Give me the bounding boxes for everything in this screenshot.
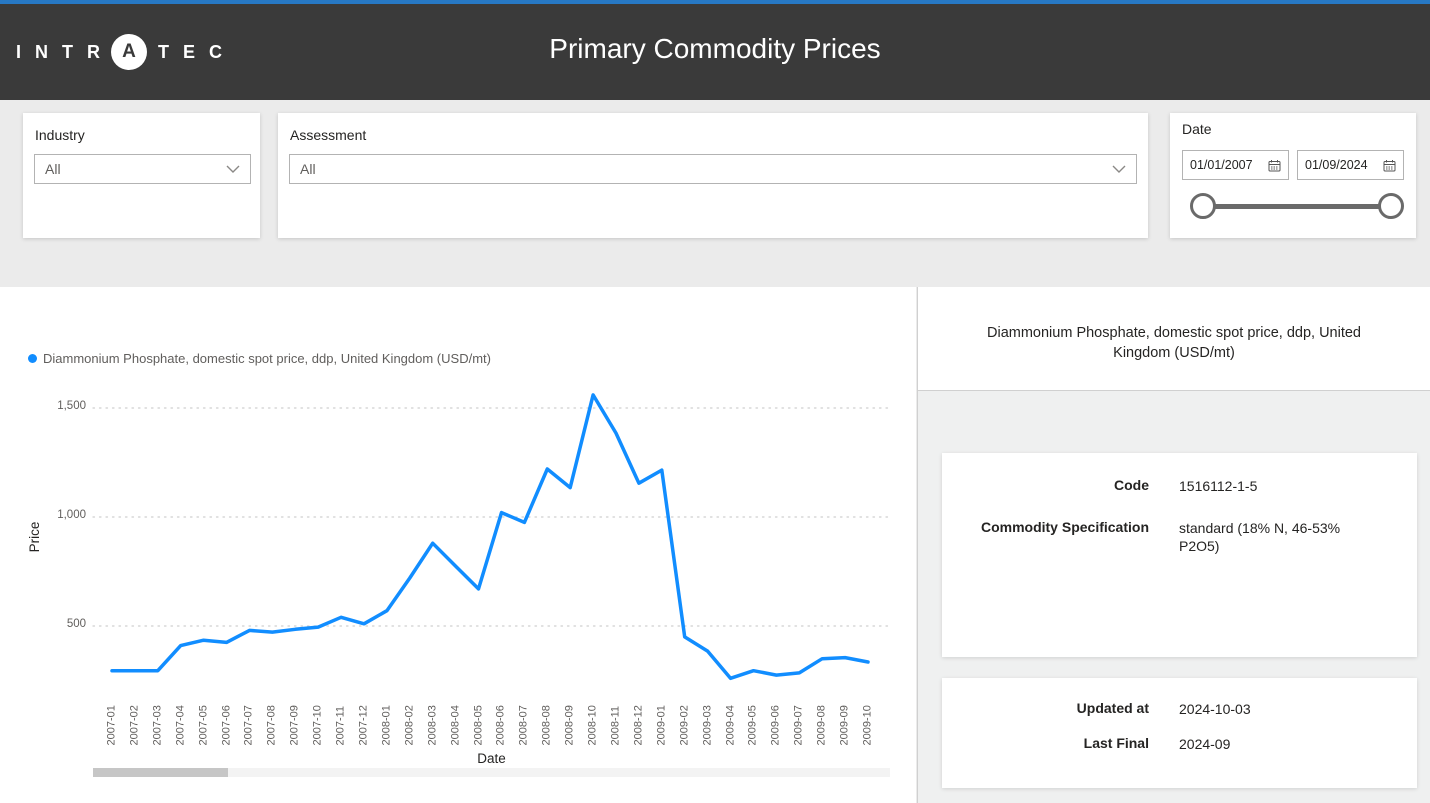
- updated-at-value: 2024-10-03: [1179, 700, 1369, 718]
- assessment-filter-card: Assessment All: [278, 113, 1148, 238]
- chevron-down-icon: [226, 165, 240, 173]
- x-tick-label: 2008-12: [632, 696, 645, 746]
- x-tick-label: 2007-09: [289, 696, 302, 746]
- x-tick-label: 2009-08: [816, 696, 829, 746]
- y-tick-label: 1,500: [34, 400, 86, 412]
- page-title: Primary Commodity Prices: [0, 33, 1430, 65]
- x-tick-label: 2009-01: [655, 696, 668, 746]
- x-tick-label: 2008-02: [403, 696, 416, 746]
- x-tick-label: 2007-04: [174, 696, 187, 746]
- x-axis-title: Date: [93, 751, 890, 766]
- assessment-dropdown[interactable]: All: [289, 154, 1137, 184]
- slider-end-handle[interactable]: [1378, 193, 1404, 219]
- code-label: Code: [954, 477, 1149, 495]
- legend-label: Diammonium Phosphate, domestic spot pric…: [43, 351, 491, 366]
- industry-dropdown[interactable]: All: [34, 154, 251, 184]
- x-tick-label: 2009-10: [862, 696, 875, 746]
- date-filter-card: Date 01/01/2007 01/09/2024: [1170, 113, 1416, 238]
- industry-filter-label: Industry: [35, 127, 85, 143]
- chevron-down-icon: [1112, 165, 1126, 173]
- slider-start-handle[interactable]: [1190, 193, 1216, 219]
- x-tick-label: 2008-05: [472, 696, 485, 746]
- x-tick-label: 2008-07: [518, 696, 531, 746]
- x-tick-label: 2009-04: [724, 696, 737, 746]
- x-tick-label: 2007-12: [358, 696, 371, 746]
- date-end-value: 01/09/2024: [1305, 158, 1368, 172]
- x-tick-label: 2009-06: [770, 696, 783, 746]
- commodity-detail-panel: Diammonium Phosphate, domestic spot pric…: [917, 287, 1430, 803]
- industry-dropdown-value: All: [45, 161, 61, 177]
- x-tick-label: 2007-05: [197, 696, 210, 746]
- meta-card: Updated at 2024-10-03 Last Final 2024-09: [942, 678, 1417, 788]
- last-final-label: Last Final: [954, 735, 1149, 753]
- chart-legend: Diammonium Phosphate, domestic spot pric…: [28, 351, 491, 366]
- x-tick-label: 2009-09: [839, 696, 852, 746]
- commodity-specification-label: Commodity Specification: [954, 519, 1149, 555]
- price-series-line: [112, 395, 868, 678]
- date-end-input[interactable]: 01/09/2024: [1297, 150, 1404, 180]
- industry-filter-card: Industry All: [23, 113, 260, 238]
- assessment-dropdown-value: All: [300, 161, 316, 177]
- y-tick-label: 500: [34, 618, 86, 630]
- dashboard-page: INTRATEC Primary Commodity Prices Indust…: [0, 0, 1430, 803]
- scrollbar-thumb[interactable]: [93, 768, 228, 777]
- date-start-value: 01/01/2007: [1190, 158, 1253, 172]
- x-tick-label: 2007-11: [335, 696, 348, 746]
- detail-panel-title: Diammonium Phosphate, domestic spot pric…: [970, 323, 1378, 364]
- calendar-icon[interactable]: [1383, 159, 1396, 172]
- x-tick-label: 2008-10: [587, 696, 600, 746]
- x-tick-label: 2008-09: [564, 696, 577, 746]
- legend-dot: [28, 354, 37, 363]
- x-tick-label: 2008-11: [610, 696, 623, 746]
- x-tick-label: 2008-04: [449, 696, 462, 746]
- assessment-filter-label: Assessment: [290, 127, 366, 143]
- date-start-input[interactable]: 01/01/2007: [1182, 150, 1289, 180]
- slider-track: [1200, 204, 1386, 209]
- x-tick-label: 2007-03: [151, 696, 164, 746]
- x-tick-label: 2007-02: [128, 696, 141, 746]
- x-tick-label: 2009-03: [701, 696, 714, 746]
- x-tick-label: 2009-05: [747, 696, 760, 746]
- y-axis-title: Price: [28, 517, 42, 557]
- x-tick-label: 2007-06: [220, 696, 233, 746]
- spec-card: Code 1516112-1-5 Commodity Specification…: [942, 453, 1417, 657]
- updated-at-label: Updated at: [954, 700, 1149, 718]
- x-tick-label: 2007-10: [312, 696, 325, 746]
- y-tick-label: 1,000: [34, 509, 86, 521]
- date-range-slider: [1182, 191, 1404, 221]
- x-tick-label: 2008-01: [380, 696, 393, 746]
- x-tick-label: 2009-02: [678, 696, 691, 746]
- app-header: INTRATEC Primary Commodity Prices: [0, 0, 1430, 100]
- detail-panel-body: Code 1516112-1-5 Commodity Specification…: [918, 391, 1430, 803]
- x-tick-label: 2008-08: [541, 696, 554, 746]
- date-filter-label: Date: [1182, 121, 1212, 137]
- calendar-icon[interactable]: [1268, 159, 1281, 172]
- x-tick-label: 2009-07: [793, 696, 806, 746]
- price-line-chart: Diammonium Phosphate, domestic spot pric…: [0, 287, 916, 803]
- x-tick-label: 2007-07: [243, 696, 256, 746]
- chart-horizontal-scrollbar[interactable]: [93, 768, 890, 777]
- x-tick-label: 2007-08: [266, 696, 279, 746]
- x-tick-label: 2008-03: [426, 696, 439, 746]
- x-tick-label: 2008-06: [495, 696, 508, 746]
- x-tick-label: 2007-01: [106, 696, 119, 746]
- last-final-value: 2024-09: [1179, 735, 1369, 753]
- code-value: 1516112-1-5: [1179, 477, 1369, 495]
- commodity-specification-value: standard (18% N, 46-53% P2O5): [1179, 519, 1369, 555]
